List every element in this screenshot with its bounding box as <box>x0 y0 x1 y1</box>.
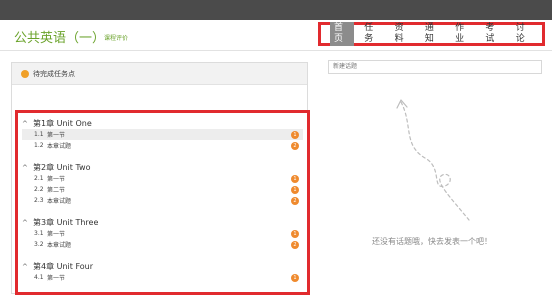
chapter-header[interactable]: ^ 第3章 Unit Three <box>22 217 303 228</box>
chapter-title: 第4章 Unit Four <box>33 262 94 271</box>
nav-home[interactable]: 首页 <box>330 22 355 46</box>
section-name: 第一节 <box>47 132 66 139</box>
nav-exams[interactable]: 考试 <box>481 22 505 46</box>
section-number: 2.1 <box>34 175 44 182</box>
nav-discussion[interactable]: 讨论 <box>512 22 536 46</box>
chevron-up-icon[interactable]: ^ <box>22 263 28 271</box>
section-name: 本章试题 <box>47 242 72 249</box>
nav-tasks[interactable]: 任务 <box>360 22 384 46</box>
nav-materials[interactable]: 资料 <box>391 22 415 46</box>
course-nav: 首页 任务 资料 通知 作业 考试 讨论 <box>318 22 545 46</box>
chevron-up-icon[interactable]: ^ <box>22 120 28 128</box>
section-number: 1.2 <box>34 142 44 149</box>
chapter: ^ 第3章 Unit Three 3.1 第一节 1 3.2 本章试题 2 <box>22 217 303 250</box>
section-item[interactable]: 3.1 第一节 1 <box>22 228 303 239</box>
section-name: 本章试题 <box>47 143 72 150</box>
chevron-up-icon[interactable]: ^ <box>22 164 28 172</box>
top-bar <box>0 0 552 20</box>
section-number: 3.2 <box>34 241 44 248</box>
section-item[interactable]: 4.1 第一节 1 <box>22 272 303 283</box>
section-item[interactable]: 3.2 本章试题 2 <box>22 239 303 250</box>
empty-discussion-message: 还没有话题哦，快去发表一个吧！ <box>372 237 492 246</box>
task-count-badge: 1 <box>291 186 299 194</box>
section-name: 第一节 <box>47 275 66 282</box>
section-number: 4.1 <box>34 274 44 281</box>
task-count-badge: 1 <box>291 131 299 139</box>
section-name: 第二节 <box>47 187 66 194</box>
section-item[interactable]: 2.3 本章试题 2 <box>22 195 303 206</box>
section-name: 第一节 <box>47 231 66 238</box>
chapter: ^ 第4章 Unit Four 4.1 第一节 1 <box>22 261 303 283</box>
chapter: ^ 第2章 Unit Two 2.1 第一节 1 2.2 第二节 1 2.3 本… <box>22 162 303 206</box>
section-number: 2.2 <box>34 186 44 193</box>
chapter-title: 第2章 Unit Two <box>33 163 91 172</box>
orange-dot-icon <box>21 69 29 78</box>
task-count-badge: 1 <box>291 230 299 238</box>
section-item[interactable]: 1.1 第一节 1 <box>22 129 303 140</box>
task-count-badge: 2 <box>291 241 299 249</box>
nav-notices[interactable]: 通知 <box>421 22 445 46</box>
chapter-title: 第3章 Unit Three <box>33 218 99 227</box>
chapter-title: 第1章 Unit One <box>33 119 92 128</box>
task-count-badge: 2 <box>291 142 299 150</box>
section-item[interactable]: 2.2 第二节 1 <box>22 184 303 195</box>
task-count-badge: 1 <box>291 175 299 183</box>
section-name: 本章试题 <box>47 198 72 205</box>
course-eval-link[interactable]: 课程评价 <box>104 33 128 42</box>
nav-homework[interactable]: 作业 <box>451 22 475 46</box>
section-name: 第一节 <box>47 176 66 183</box>
course-title: 公共英语（一） <box>14 31 106 46</box>
empty-state-arrow-illustration <box>396 99 470 221</box>
pending-tasks-header[interactable]: 待完成任务点 <box>12 63 307 85</box>
section-number: 3.1 <box>34 230 44 237</box>
task-count-badge: 2 <box>291 197 299 205</box>
chapter-header[interactable]: ^ 第4章 Unit Four <box>22 261 303 272</box>
section-number: 1.1 <box>34 131 44 138</box>
header-divider <box>0 50 552 51</box>
section-item[interactable]: 1.2 本章试题 2 <box>22 140 303 151</box>
section-item[interactable]: 2.1 第一节 1 <box>22 173 303 184</box>
chapter-header[interactable]: ^ 第2章 Unit Two <box>22 162 303 173</box>
section-number: 2.3 <box>34 197 44 204</box>
chapter-header[interactable]: ^ 第1章 Unit One <box>22 118 303 129</box>
chapter: ^ 第1章 Unit One 1.1 第一节 1 1.2 本章试题 2 <box>22 118 303 151</box>
chapter-list: ^ 第1章 Unit One 1.1 第一节 1 1.2 本章试题 2 ^ 第2… <box>15 110 310 295</box>
new-topic-input[interactable] <box>328 60 542 74</box>
pending-tasks-label: 待完成任务点 <box>33 69 75 78</box>
chevron-up-icon[interactable]: ^ <box>22 219 28 227</box>
task-count-badge: 1 <box>291 274 299 282</box>
